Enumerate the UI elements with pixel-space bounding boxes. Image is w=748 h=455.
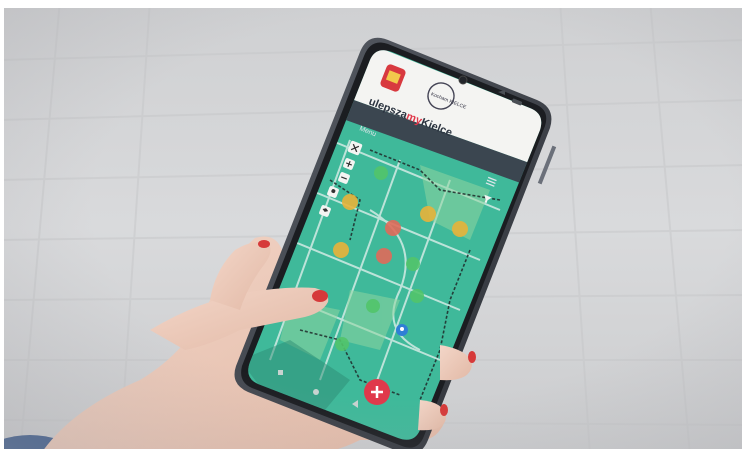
photo: ulepszamyKielce Kocham KIELCE Menu [0,0,748,455]
home-icon[interactable] [313,389,319,395]
map-marker-blue[interactable] [396,324,408,336]
map-marker-yellow[interactable] [452,221,468,237]
frame-top [0,0,748,8]
fingernail-thumb [258,240,270,248]
recent-apps-icon[interactable] [278,370,283,375]
fingernail-index [312,290,328,302]
add-report-button[interactable] [364,379,390,405]
map-marker-green[interactable] [374,166,388,180]
fingernail-right-upper [468,351,476,363]
map-marker-red[interactable] [385,220,401,236]
map-marker-red[interactable] [376,248,392,264]
map-marker-yellow[interactable] [420,206,436,222]
map-marker-yellow[interactable] [333,242,349,258]
fingernail-right-lower [440,404,448,416]
right-finger-upper [440,345,472,381]
map-marker-yellow[interactable] [342,194,358,210]
frame-bottom [0,449,748,455]
front-camera [458,75,468,85]
map-marker-green[interactable] [406,257,420,271]
frame-left [0,0,4,455]
map-marker-green[interactable] [335,337,349,351]
frame-right [742,0,748,455]
map-marker-green[interactable] [410,289,424,303]
phone-scene: ulepszamyKielce Kocham KIELCE Menu [0,37,557,455]
map-marker-green[interactable] [366,299,380,313]
